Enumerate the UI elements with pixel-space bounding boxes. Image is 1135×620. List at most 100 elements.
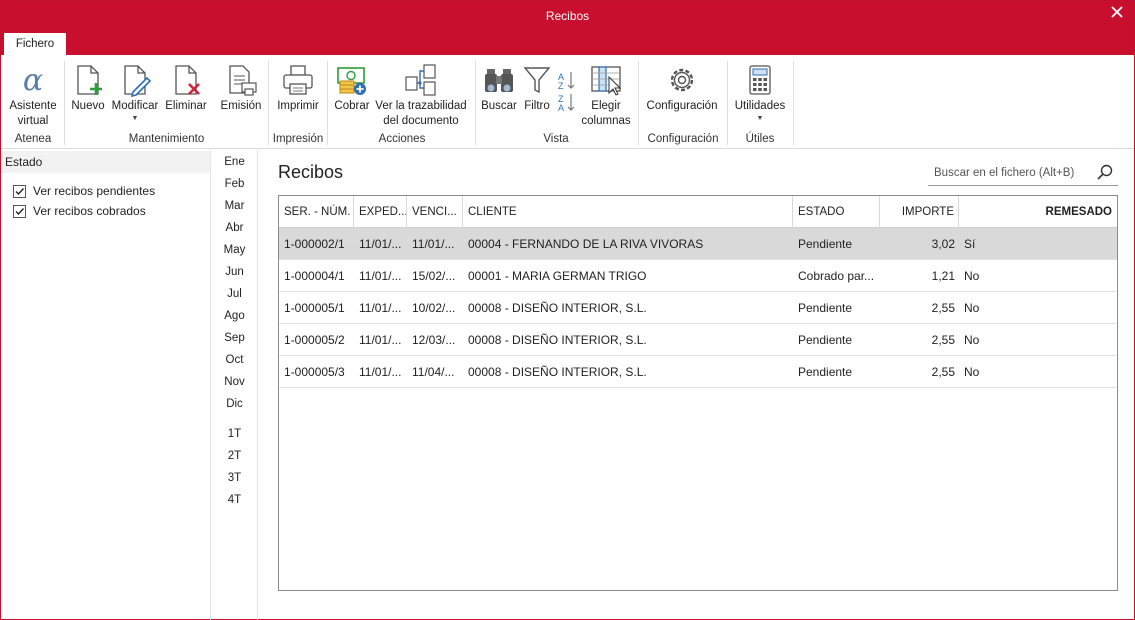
checkmark-icon (15, 187, 25, 195)
tab-fichero[interactable]: Fichero (4, 33, 66, 55)
month-dic[interactable]: Dic (212, 398, 257, 410)
cell-cliente: 00008 - DISEÑO INTERIOR, S.L. (468, 301, 647, 315)
filter-icon (523, 67, 551, 94)
period-selector: Ene Feb Mar Abr May Jun Jul Ago Sep Oct … (212, 150, 258, 620)
cell-cliente: 00008 - DISEÑO INTERIOR, S.L. (468, 333, 647, 347)
month-ago[interactable]: Ago (212, 310, 257, 322)
emision-label: Emisión (220, 100, 262, 112)
printer-icon (283, 65, 313, 95)
svg-text:α: α (23, 63, 43, 97)
estado-header: Estado (1, 151, 210, 173)
month-abr[interactable]: Abr (212, 222, 257, 234)
cell-importe: 3,02 (931, 237, 955, 251)
checkbox[interactable] (13, 184, 26, 198)
cobrar-label: Cobrar (334, 100, 370, 112)
imprimir-label: Imprimir (277, 100, 319, 112)
elegir-columnas-button[interactable]: Elegir columnas (581, 59, 631, 129)
svg-text:A: A (558, 103, 564, 113)
filtro-button[interactable]: Filtro (520, 59, 554, 114)
title-bar: Recibos (1, 1, 1134, 31)
calculator-icon (749, 65, 771, 95)
emision-button[interactable]: Emisión (219, 59, 263, 114)
receipts-table: SER. - NÚM. EXPED... VENCI... CLIENTE ES… (278, 195, 1118, 591)
col-header-expedicion[interactable]: EXPED... (354, 196, 407, 228)
money-icon (337, 67, 366, 95)
cell-expedicion: 11/01/... (359, 301, 402, 315)
ribbon-divider (268, 61, 269, 145)
nuevo-label: Nuevo (71, 100, 105, 112)
cell-vencimiento: 11/01/... (412, 237, 455, 251)
table-row[interactable]: 1-000004/1 11/01/... 15/02/... 00001 - M… (279, 260, 1117, 292)
cell-estado: Pendiente (798, 237, 853, 251)
month-mar[interactable]: Mar (212, 200, 257, 212)
search-icon[interactable] (1096, 163, 1114, 181)
cell-importe: 1,21 (931, 269, 955, 283)
page-title: Recibos (278, 162, 344, 182)
chevron-down-icon: ▼ (131, 115, 139, 122)
month-jun[interactable]: Jun (212, 266, 257, 278)
cell-importe: 2,55 (931, 301, 955, 315)
col-header-estado[interactable]: ESTADO (793, 196, 880, 228)
gear-icon (670, 68, 694, 92)
month-ene[interactable]: Ene (212, 156, 257, 168)
quarter-4t[interactable]: 4T (212, 494, 257, 506)
check-ver-cobrados[interactable]: Ver recibos cobrados (13, 203, 146, 219)
modificar-label: Modificar (111, 100, 159, 112)
trazabilidad-button[interactable]: Ver la trazabilidad del documento (373, 59, 469, 129)
ribbon-divider (64, 61, 65, 145)
group-label-configuracion: Configuración (647, 133, 719, 145)
ribbon-divider (327, 61, 328, 145)
configuracion-button[interactable]: Configuración (643, 59, 721, 114)
col-header-cliente[interactable]: CLIENTE (463, 196, 793, 228)
trazabilidad-label: Ver la trazabilidad del documento (375, 100, 467, 127)
table-header: SER. - NÚM. EXPED... VENCI... CLIENTE ES… (279, 196, 1117, 228)
sort-icon: A Z Z A (558, 72, 575, 113)
search-input[interactable] (928, 164, 1088, 182)
cell-vencimiento: 12/03/... (412, 333, 456, 347)
month-oct[interactable]: Oct (212, 354, 257, 366)
col-header-importe[interactable]: IMPORTE (880, 196, 959, 228)
eliminar-button[interactable]: Eliminar (163, 59, 209, 114)
table-row[interactable]: 1-000005/3 11/01/... 11/04/... 00008 - D… (279, 356, 1117, 388)
check-label: Ver recibos pendientes (33, 184, 156, 198)
table-row[interactable]: 1-000005/1 11/01/... 10/02/... 00008 - D… (279, 292, 1117, 324)
asistente-virtual-label: Asistente virtual (9, 100, 57, 127)
buscar-button[interactable]: Buscar (480, 59, 518, 114)
quarter-3t[interactable]: 3T (212, 472, 257, 484)
new-document-icon (77, 65, 102, 95)
cell-estado: Pendiente (798, 301, 853, 315)
document-print-icon (229, 65, 257, 96)
table-row[interactable]: 1-000002/1 11/01/... 11/01/... 00004 - F… (279, 228, 1117, 260)
month-sep[interactable]: Sep (212, 332, 257, 344)
traceability-icon (405, 64, 436, 96)
cell-estado: Cobrado par... (798, 269, 875, 283)
sort-button[interactable]: A Z Z A (555, 69, 579, 118)
quarter-2t[interactable]: 2T (212, 450, 257, 462)
check-ver-pendientes[interactable]: Ver recibos pendientes (13, 183, 155, 199)
col-header-ser-num[interactable]: SER. - NÚM. (279, 196, 354, 228)
cell-cliente: 00004 - FERNANDO DE LA RIVA VIVORAS (468, 237, 704, 251)
month-jul[interactable]: Jul (212, 288, 257, 300)
app-window: Recibos Fichero α Asistente virtual Aten… (0, 0, 1135, 620)
filtro-label: Filtro (524, 100, 550, 112)
month-nov[interactable]: Nov (212, 376, 257, 388)
cobrar-button[interactable]: Cobrar (332, 59, 372, 114)
check-label: Ver recibos cobrados (33, 204, 146, 218)
col-header-vencimiento[interactable]: VENCI... (407, 196, 463, 228)
checkbox[interactable] (13, 204, 26, 218)
col-header-remesado[interactable]: REMESADO (959, 196, 1117, 228)
month-may[interactable]: May (212, 244, 257, 256)
nuevo-button[interactable]: Nuevo (68, 59, 108, 114)
table-row[interactable]: 1-000005/2 11/01/... 12/03/... 00008 - D… (279, 324, 1117, 356)
quarter-1t[interactable]: 1T (212, 428, 257, 440)
asistente-virtual-button[interactable]: α Asistente virtual (5, 59, 61, 129)
month-feb[interactable]: Feb (212, 178, 257, 190)
close-icon[interactable] (1110, 5, 1124, 19)
cell-expedicion: 11/01/... (359, 269, 402, 283)
checkmark-icon (15, 207, 25, 215)
modificar-button[interactable]: Modificar ▼ (109, 59, 161, 123)
utilidades-button[interactable]: Utilidades ▼ (732, 59, 788, 123)
imprimir-button[interactable]: Imprimir (273, 59, 323, 114)
ribbon-divider (475, 61, 476, 145)
cell-ser-num: 1-000005/1 (284, 301, 345, 315)
